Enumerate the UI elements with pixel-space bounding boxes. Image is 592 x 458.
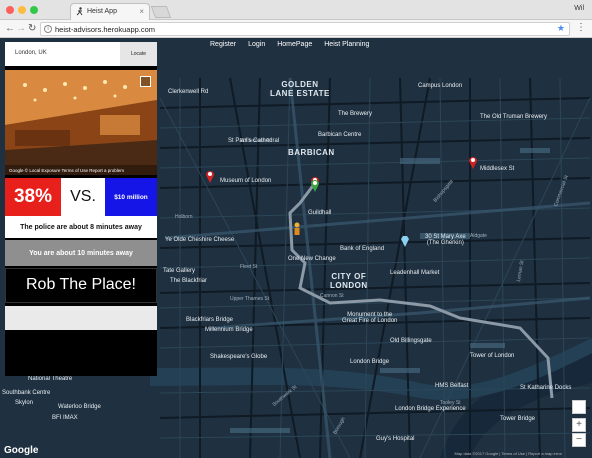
browser-menu-icon[interactable]: ⋮ [576, 22, 586, 33]
back-arrow-icon[interactable]: ← [5, 23, 15, 34]
reload-icon[interactable]: ↻ [28, 23, 36, 34]
street-view-legal[interactable]: © Local Exposure Terms of Use Report a p… [25, 168, 124, 173]
browser-tabbar: Heist App × Wil [0, 0, 592, 20]
map-label: St Katharine Docks [520, 385, 572, 391]
diamond-icon [401, 236, 409, 247]
map-label: Skylon [15, 400, 34, 406]
map-label: Middlesex St [480, 166, 515, 172]
map-attribution[interactable]: Map data ©2017 Google | Terms of Use | R… [455, 451, 562, 456]
map-label: Monument to the Great Fire of London [342, 312, 398, 324]
map-label: Guildhall [308, 210, 332, 216]
address-bar[interactable]: i heist-advisors.herokuapp.com ★ [40, 22, 570, 36]
map-label: GOLDEN LANE ESTATE [270, 80, 330, 98]
robber-marker-icon[interactable] [292, 222, 302, 236]
street-view-image [5, 70, 157, 175]
map-label: Campus London [418, 83, 463, 89]
minimize-window-icon[interactable] [18, 6, 26, 14]
map-label: Ye Olde Cheshire Cheese [165, 237, 235, 243]
tab-title: Heist App [87, 8, 117, 15]
map-label: Southbank Centre [2, 390, 51, 396]
zoom-out-button[interactable]: − [572, 433, 586, 447]
browser-tab[interactable]: Heist App × [70, 3, 150, 20]
map-label: Leadenhall Market [390, 270, 440, 276]
nav-homepage[interactable]: HomePage [277, 41, 312, 48]
map-label: National Theatre [28, 376, 73, 382]
map-label: The Brewery [338, 111, 373, 117]
profile-name[interactable]: Wil [574, 5, 584, 12]
map-label: Old Billingsgate [390, 338, 432, 344]
fullscreen-icon[interactable] [140, 76, 151, 87]
map-label: BFI IMAX [52, 415, 78, 421]
map-label: Clerkenwell Rd [168, 89, 209, 95]
close-window-icon[interactable] [6, 6, 14, 14]
map-view[interactable]: Register Login HomePage Heist Planning G… [0, 38, 592, 458]
pegman-icon[interactable] [572, 400, 586, 414]
map-label: The Blackfriar [170, 278, 208, 284]
target-marker-icon[interactable] [310, 178, 320, 192]
nav-login[interactable]: Login [248, 41, 265, 48]
map-label: Tate Gallery [163, 268, 196, 274]
map-label: Tower of London [470, 353, 515, 359]
map-label: Tower Bridge [500, 416, 536, 422]
police-marker-icon[interactable] [205, 169, 215, 183]
map-label: BARBICAN [288, 148, 335, 157]
nav-heist-planning[interactable]: Heist Planning [324, 41, 369, 48]
police-eta: The police are about 8 minutes away [5, 216, 157, 238]
map-label: Museum of London [220, 178, 272, 184]
map-label: Millennium Bridge [205, 327, 253, 333]
browser-toolbar: ← → ↻ i heist-advisors.herokuapp.com ★ ⋮ [0, 20, 592, 38]
location-input[interactable]: London, UK [5, 42, 120, 66]
map-label: Barbican Centre [318, 132, 362, 138]
google-logo: Google [4, 445, 39, 456]
odds-row: 38% VS. $10 million [5, 178, 157, 216]
tab-close-icon[interactable]: × [139, 7, 144, 16]
url-text: heist-advisors.herokuapp.com [55, 25, 156, 34]
rob-button[interactable]: Rob The Place! [5, 268, 157, 303]
map-label: HMS Belfast [435, 383, 469, 389]
bookmark-star-icon[interactable]: ★ [557, 23, 565, 34]
prize-amount: $10 million [105, 178, 157, 216]
info-icon[interactable]: i [44, 25, 52, 33]
heist-panel: London, UK Locate Google © Local Exposur… [5, 42, 157, 376]
locate-button[interactable]: Locate [120, 42, 157, 66]
vs-label: VS. [61, 178, 105, 216]
map-label: Holborn [175, 214, 193, 220]
street-view-footer: Google © Local Exposure Terms of Use Rep… [5, 165, 157, 175]
police-marker-icon[interactable] [468, 155, 478, 169]
map-label: Fleet St [240, 264, 258, 270]
map-label: Tooley St [440, 400, 461, 406]
map-label: Bank of England [340, 246, 385, 252]
map-label: The Old Truman Brewery [480, 114, 548, 120]
map-label: London Bridge [350, 359, 390, 365]
panel-spacer [5, 306, 157, 330]
map-label: Blackfriars Bridge [186, 317, 234, 323]
map-label: Aldgate [470, 233, 487, 239]
map-label: 30 St Mary Axe (The Gherkin) [425, 234, 466, 246]
map-label: Guy's Hospital [376, 436, 415, 442]
map-label: CITY OF LONDON [330, 272, 368, 290]
success-percent: 38% [5, 178, 61, 216]
maximize-window-icon[interactable] [30, 6, 38, 14]
site-nav: Register Login HomePage Heist Planning [210, 41, 369, 48]
street-view-logo: Google [9, 168, 24, 173]
new-tab-button[interactable] [150, 6, 172, 18]
panel-footer [5, 332, 157, 352]
forward-arrow-icon[interactable]: → [16, 23, 26, 34]
zoom-in-button[interactable]: + [572, 418, 586, 432]
nav-register[interactable]: Register [210, 41, 236, 48]
your-eta: You are about 10 minutes away [5, 240, 157, 266]
map-label: Shakespeare's Globe [210, 354, 268, 360]
runner-favicon-icon [76, 7, 83, 16]
map-label: Upper Thames St [230, 296, 270, 302]
map-label: One New Change [288, 256, 336, 262]
map-label: Waterloo Bridge [58, 404, 101, 410]
street-view[interactable]: Google © Local Exposure Terms of Use Rep… [5, 70, 157, 175]
map-label: St Paul's Cathedral [228, 138, 280, 144]
map-label: Cannon St [320, 293, 344, 299]
map-label: London Bridge Experience [395, 406, 466, 412]
